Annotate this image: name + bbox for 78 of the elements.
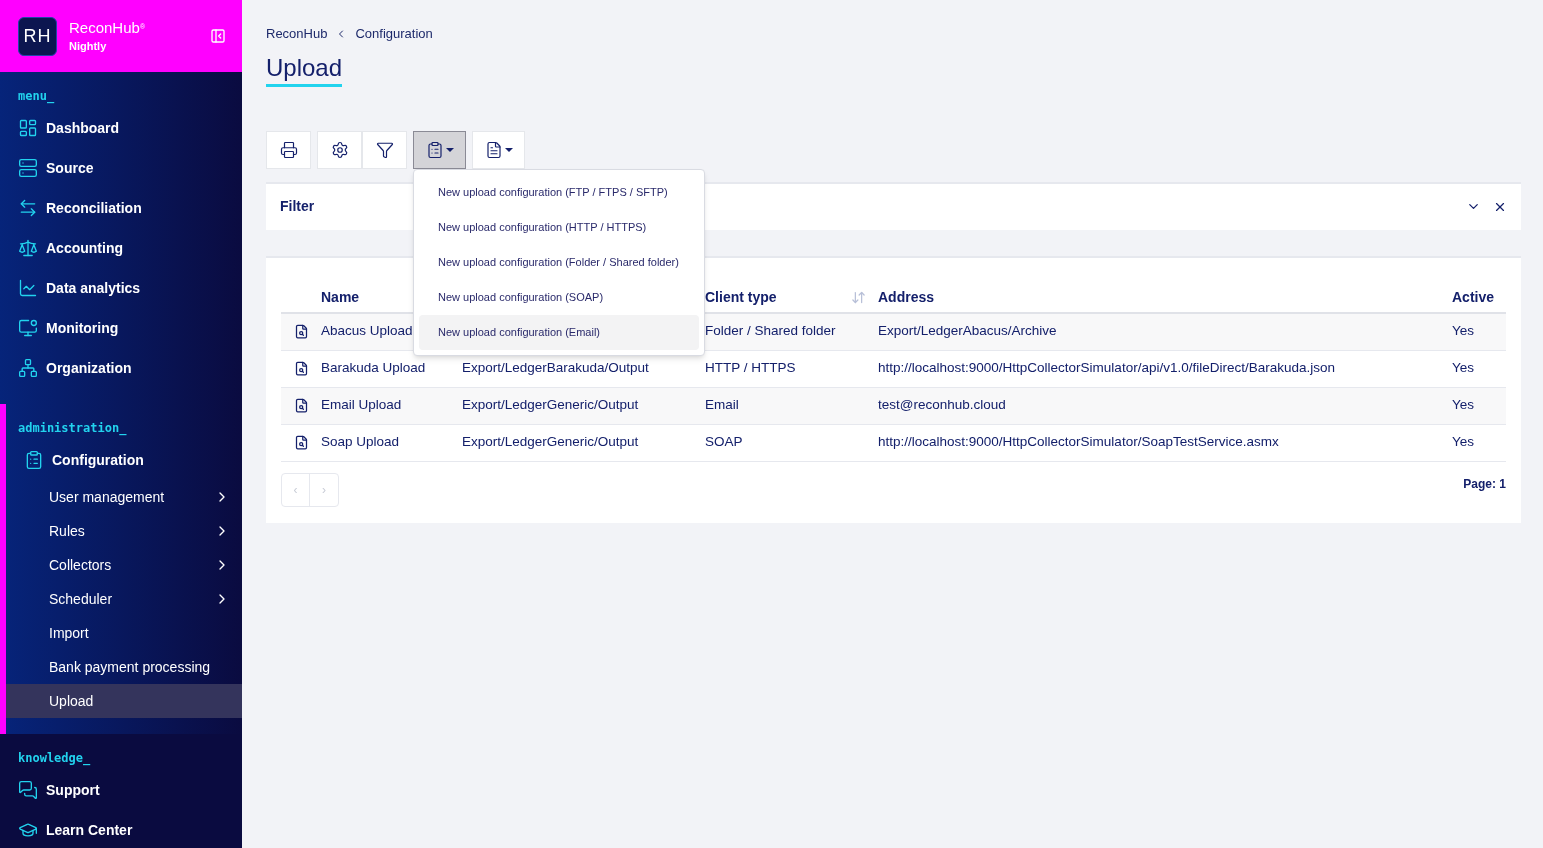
nav-item[interactable]: Accounting <box>0 228 242 268</box>
submenu-item[interactable]: User management <box>6 480 242 514</box>
clipboard-icon <box>425 140 444 159</box>
table-cell: Email <box>705 397 739 413</box>
nav-item[interactable]: Dashboard <box>0 108 242 148</box>
submenu-item[interactable]: Rules <box>6 514 242 548</box>
page-title: Upload <box>266 51 343 87</box>
toolbar-button[interactable] <box>413 130 466 169</box>
table-cell: HTTP / HTTPS <box>705 360 796 376</box>
file-view-icon[interactable] <box>293 435 309 450</box>
nav-item[interactable]: Reconciliation <box>0 188 242 228</box>
nav-item[interactable]: Data analytics <box>0 268 242 308</box>
scale-icon <box>18 238 38 258</box>
table-cell: Soap Upload <box>321 434 400 450</box>
table-cell: Export/LedgerAbacus/Archive <box>878 323 1057 339</box>
dashboard-icon <box>18 118 38 138</box>
table-cell: Export/LedgerBarakuda/Output <box>462 360 649 376</box>
table-cell: http://localhost:9000/HttpCollectorSimulator/SoapTestService.asmx <box>878 434 1279 450</box>
breadcrumb-link[interactable]: Configuration <box>355 24 433 44</box>
submenu-item[interactable]: Bank payment processing <box>6 650 242 684</box>
caret-icon <box>504 147 513 152</box>
section-title: menu_ <box>17 88 56 106</box>
filter-title: Filter <box>280 197 316 216</box>
chat-icon <box>18 780 38 800</box>
table-cell: Export/LedgerGeneric/Output <box>462 434 639 450</box>
column-header[interactable]: Active <box>1452 287 1506 308</box>
collapse-icon[interactable] <box>210 28 226 44</box>
app-name: ReconHub$^{®}$ <box>69 17 147 38</box>
caret-icon <box>445 147 454 152</box>
menu-item[interactable]: New upload configuration (SOAP) <box>419 279 699 315</box>
breadcrumb-link[interactable]: ReconHub <box>266 24 328 44</box>
table-cell: Export/LedgerGeneric/Output <box>462 397 639 413</box>
arrows-icon <box>18 198 38 218</box>
filter-icon <box>375 140 394 159</box>
nav-item[interactable]: Learn Center <box>0 810 242 848</box>
submenu-item[interactable]: Scheduler <box>6 582 242 616</box>
submenu-item[interactable]: Upload <box>6 684 242 718</box>
file-view-icon[interactable] <box>293 324 309 339</box>
table-cell-text: Yes <box>1452 322 1476 341</box>
section-title: administration_ <box>17 420 128 438</box>
table-cell-text: Yes <box>1452 433 1476 452</box>
server-icon <box>18 158 38 178</box>
logo: RH <box>18 16 57 56</box>
document-icon <box>484 140 503 159</box>
nav-item[interactable]: Support <box>0 770 242 810</box>
table-cell: SOAP <box>705 434 743 450</box>
print-icon <box>279 140 298 159</box>
line-chart-icon <box>18 278 38 298</box>
menu-item[interactable]: New upload configuration (HTTP / HTTPS) <box>419 209 699 245</box>
nav-item[interactable]: Monitoring <box>0 308 242 348</box>
page-indicator: Page: 1 <box>1463 475 1506 493</box>
hierarchy-icon <box>18 358 38 378</box>
menu-item[interactable]: New upload configuration (FTP / FTPS / SFTP) <box>419 174 699 210</box>
section-title: knowledge_ <box>17 750 92 768</box>
table-cell-text: Yes <box>1452 396 1476 415</box>
clipboard-icon <box>24 450 44 470</box>
nav-item[interactable]: Configuration <box>6 440 242 480</box>
nav-item[interactable]: Organization <box>0 348 242 388</box>
column-header[interactable]: Address <box>878 287 1452 308</box>
table-cell: Barakuda Upload <box>321 360 426 376</box>
edition-label: Nightly <box>69 38 108 54</box>
monitor-icon <box>18 318 38 338</box>
file-view-icon[interactable] <box>293 361 309 376</box>
table-cell-text: Yes <box>1452 359 1476 378</box>
table-row[interactable]: Email Upload Export/LedgerGeneric/Output Email test@reconhub.cloud Yes <box>281 387 1506 425</box>
submenu-item[interactable]: Collectors <box>6 548 242 582</box>
settings-icon <box>330 140 349 159</box>
nav-item[interactable]: Source <box>0 148 242 188</box>
table-cell: Abacus Upload <box>321 323 413 339</box>
table-cell: Folder / Shared folder <box>705 323 836 339</box>
table-cell: Email Upload <box>321 397 402 413</box>
table-cell: http://localhost:9000/HttpCollectorSimulator/api/v1.0/fileDirect/Barakuda.json <box>878 360 1335 376</box>
table-cell: test@reconhub.cloud <box>878 397 1006 413</box>
menu-item[interactable]: New upload configuration (Folder / Shared folder) <box>419 244 699 280</box>
column-header[interactable]: Client type <box>705 287 851 308</box>
file-view-icon[interactable] <box>293 398 309 413</box>
submenu-item[interactable]: Import <box>6 616 242 650</box>
menu-item[interactable]: New upload configuration (Email) <box>419 314 699 350</box>
